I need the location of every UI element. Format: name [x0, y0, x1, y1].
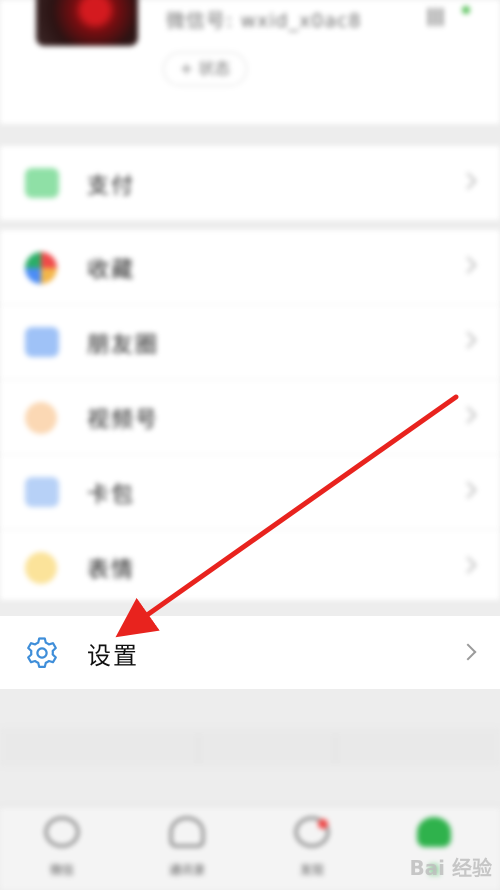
contacts-icon: [170, 817, 204, 847]
chat-icon: [45, 817, 79, 847]
moments-icon: [25, 327, 59, 357]
menu-item-label: 视频号: [87, 408, 160, 433]
menu-item-settings[interactable]: 设置: [0, 616, 500, 689]
notification-badge: [318, 819, 328, 829]
status-dot: [462, 6, 470, 14]
pay-icon: [25, 168, 59, 198]
chevron-right-icon: [459, 556, 477, 574]
menu-item-label: 朋友圈: [87, 333, 160, 358]
features-group: 收藏 朋友圈 视频号 卡包 表情: [0, 230, 500, 600]
channels-icon: [25, 402, 57, 434]
tab-chats[interactable]: 微信: [32, 817, 92, 885]
menu-item-label: 支付: [87, 174, 136, 199]
menu-item-stickers[interactable]: 表情: [0, 530, 500, 604]
profile-header: 微信号: wxid_x0ac8 + 状态: [0, 0, 500, 124]
chevron-right-icon: [459, 481, 477, 499]
menu-item-favorites[interactable]: 收藏: [0, 230, 500, 305]
menu-item-card-package[interactable]: 卡包: [0, 455, 500, 530]
card-package-icon: [25, 477, 59, 507]
chevron-right-icon: [459, 331, 477, 349]
background-divider: [0, 728, 500, 766]
wechat-id: 微信号: wxid_x0ac8: [166, 10, 362, 32]
pay-group: 支付: [0, 146, 500, 220]
chevron-right-icon: [459, 256, 477, 274]
menu-item-moments[interactable]: 朋友圈: [0, 305, 500, 380]
tab-label: 微信: [49, 863, 74, 877]
qr-code-icon[interactable]: [428, 8, 446, 26]
tab-label: 通讯录: [168, 863, 205, 877]
tab-label: 发现: [299, 863, 324, 877]
tab-discover[interactable]: 发现: [282, 817, 342, 885]
avatar[interactable]: [36, 0, 138, 46]
me-icon: [417, 817, 451, 847]
menu-item-label: 卡包: [87, 483, 136, 508]
menu-item-label: 表情: [87, 558, 136, 583]
menu-item-label: 收藏: [87, 258, 136, 283]
gear-icon: [27, 637, 57, 668]
menu-item-pay[interactable]: 支付: [0, 146, 500, 220]
chevron-right-icon: [459, 406, 477, 424]
settings-label: 设置: [87, 642, 139, 670]
favorites-icon: [25, 252, 57, 284]
settings-group: 设置: [0, 616, 500, 689]
chevron-right-icon: [459, 172, 477, 190]
tab-contacts[interactable]: 通讯录: [157, 817, 217, 885]
chevron-right-icon: [459, 643, 477, 661]
stickers-icon: [25, 552, 57, 584]
menu-item-channels[interactable]: 视频号: [0, 380, 500, 455]
status-button[interactable]: + 状态: [163, 52, 247, 86]
watermark: Bai 经验: [409, 856, 492, 880]
